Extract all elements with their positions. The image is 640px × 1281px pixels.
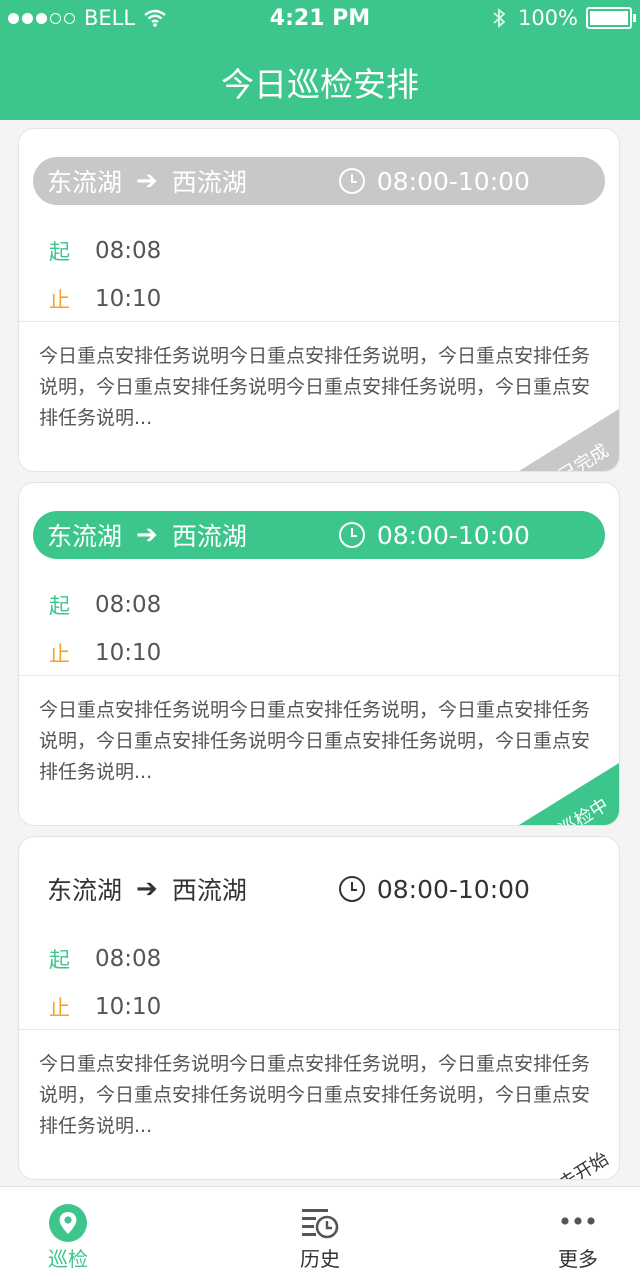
start-label: 起 <box>49 594 70 618</box>
start-row: 起 08:08 <box>49 227 161 275</box>
tab-label: 更多 <box>558 1247 598 1271</box>
end-label: 止 <box>49 642 70 666</box>
time-range: 08:00-10:00 <box>376 874 530 904</box>
clock-icon <box>338 876 365 902</box>
task-card[interactable]: 东流湖 ➔ 西流湖 08:00-10:00 起 08:08 止 10:10 今日… <box>18 128 620 472</box>
route-bar: 东流湖 ➔ 西流湖 08:00-10:00 <box>33 511 605 559</box>
end-row: 止 10:10 <box>49 629 161 677</box>
start-time: 08:08 <box>95 238 162 264</box>
tab-patrol[interactable]: 巡检 <box>8 1187 128 1281</box>
route-to: 西流湖 <box>171 876 247 905</box>
start-label: 起 <box>49 240 70 264</box>
route-from: 东流湖 <box>47 522 123 551</box>
route-to: 西流湖 <box>171 168 247 197</box>
arrow-right-icon: ➔ <box>136 166 158 196</box>
bluetooth-icon <box>493 8 506 28</box>
arrow-right-icon: ➔ <box>136 520 158 550</box>
status-badge-text: 未开始 <box>555 1148 613 1180</box>
end-row: 止 10:10 <box>49 275 161 323</box>
actual-times: 起 08:08 止 10:10 <box>49 935 161 1031</box>
route-to: 西流湖 <box>171 522 247 551</box>
page-title: 今日巡检安排 <box>221 65 419 104</box>
tab-label: 巡检 <box>48 1247 88 1271</box>
tab-more[interactable]: 更多 <box>518 1187 638 1281</box>
clock-icon <box>338 168 365 194</box>
route-bar: 东流湖 ➔ 西流湖 08:00-10:00 <box>33 157 605 205</box>
history-icon <box>302 1209 339 1239</box>
divider <box>19 1029 619 1030</box>
time-range: 08:00-10:00 <box>376 166 530 196</box>
end-time: 10:10 <box>95 994 162 1020</box>
location-icon <box>49 1204 87 1242</box>
start-row: 起 08:08 <box>49 935 161 983</box>
start-time: 08:08 <box>95 592 162 618</box>
task-description: 今日重点安排任务说明今日重点安排任务说明，今日重点安排任务说明，今日重点安排任务… <box>39 345 591 429</box>
start-label: 起 <box>49 948 70 972</box>
end-row: 止 10:10 <box>49 983 161 1031</box>
route-bar: 东流湖 ➔ 西流湖 08:00-10:00 <box>33 865 605 913</box>
end-label: 止 <box>49 288 70 312</box>
status-badge: 未开始 <box>519 1117 619 1179</box>
divider <box>19 321 619 322</box>
actual-times: 起 08:08 止 10:10 <box>49 227 161 323</box>
route-from: 东流湖 <box>47 876 123 905</box>
end-label: 止 <box>49 996 70 1020</box>
actual-times: 起 08:08 止 10:10 <box>49 581 161 677</box>
status-bar: BELL 4:21 PM 100% <box>0 0 640 38</box>
tab-label: 历史 <box>300 1247 340 1271</box>
status-right: 100% <box>492 6 636 30</box>
end-time: 10:10 <box>95 640 162 666</box>
battery-icon <box>586 7 636 29</box>
task-list: 东流湖 ➔ 西流湖 08:00-10:00 起 08:08 止 10:10 今日… <box>18 128 620 1190</box>
tab-bar: 巡检 历史 更多 <box>0 1186 640 1281</box>
status-badge: 巡检中 <box>519 763 619 825</box>
battery-percent: 100% <box>517 6 578 30</box>
start-row: 起 08:08 <box>49 581 161 629</box>
divider <box>19 675 619 676</box>
end-time: 10:10 <box>95 286 162 312</box>
start-time: 08:08 <box>95 946 162 972</box>
arrow-right-icon: ➔ <box>136 874 158 904</box>
clock-icon <box>338 522 365 548</box>
time-range: 08:00-10:00 <box>376 520 530 550</box>
more-icon <box>561 1217 595 1225</box>
task-description: 今日重点安排任务说明今日重点安排任务说明，今日重点安排任务说明，今日重点安排任务… <box>39 699 591 783</box>
task-description: 今日重点安排任务说明今日重点安排任务说明，今日重点安排任务说明，今日重点安排任务… <box>39 1053 591 1137</box>
top-bar: BELL 4:21 PM 100% 今日巡检安排 <box>0 0 640 120</box>
status-badge: 已完成 <box>519 409 619 471</box>
tab-history[interactable]: 历史 <box>260 1187 380 1281</box>
task-card[interactable]: 东流湖 ➔ 西流湖 08:00-10:00 起 08:08 止 10:10 今日… <box>18 836 620 1180</box>
route-from: 东流湖 <box>47 168 123 197</box>
task-card[interactable]: 东流湖 ➔ 西流湖 08:00-10:00 起 08:08 止 10:10 今日… <box>18 482 620 826</box>
